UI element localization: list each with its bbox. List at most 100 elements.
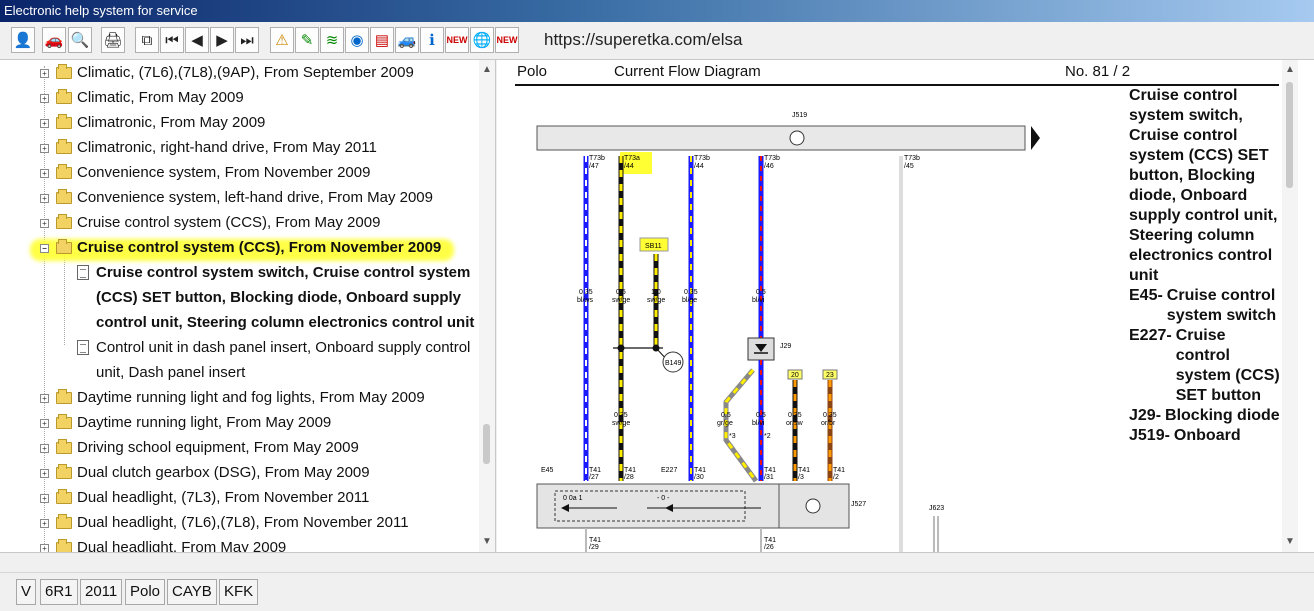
pin-label: /44 [624, 163, 634, 170]
folder-icon [56, 414, 72, 429]
pin-label: T73b [694, 155, 710, 162]
tree-scrollbar[interactable]: ▲ ▼ [479, 60, 495, 552]
pin-label: /47 [589, 163, 599, 170]
expand-icon[interactable]: + [40, 544, 49, 552]
print-icon[interactable]: 🖨 [101, 27, 125, 53]
user-icon[interactable]: 👤 [11, 27, 35, 53]
document-icon [77, 265, 89, 280]
expand-icon[interactable]: + [40, 469, 49, 478]
title-bar: Electronic help system for service [0, 0, 1314, 22]
ground-symbol-icon [789, 130, 805, 146]
expand-icon[interactable]: + [40, 219, 49, 228]
diagram-number: No. 81 / 2 [1065, 63, 1131, 80]
warning-icon[interactable]: ⚠ [270, 27, 294, 53]
expand-icon[interactable]: + [40, 69, 49, 78]
expand-icon[interactable]: + [40, 119, 49, 128]
first-page-icon[interactable]: ⏮ [160, 27, 184, 53]
expand-icon[interactable]: + [40, 519, 49, 528]
expand-icon[interactable]: + [40, 194, 49, 203]
prev-page-icon[interactable]: ◀ [185, 27, 209, 53]
note-label: *3 [729, 433, 736, 440]
ground-symbol-icon [805, 498, 821, 514]
wire-label: 0.35 [788, 412, 802, 419]
status-engine: CAYB [167, 579, 217, 605]
status-year: 2011 [80, 579, 123, 605]
folder-icon [56, 89, 72, 104]
wire-label: 0.35 [579, 289, 593, 296]
note-label: *2 [764, 433, 771, 440]
new-list-icon[interactable]: NEW [495, 27, 519, 53]
legend-item: J519- Onboard [1129, 427, 1241, 444]
folder-icon [56, 164, 72, 179]
legend-item: J29- Blocking diode [1129, 407, 1280, 424]
horizontal-scroll-strip[interactable] [0, 552, 1314, 572]
legend-intro: Cruise control system switch, Cruise con… [1129, 87, 1278, 284]
wire-label: sw/ge [647, 297, 665, 304]
expand-icon[interactable]: + [40, 144, 49, 153]
expand-icon[interactable]: + [40, 94, 49, 103]
globe-icon[interactable]: 🌐 [470, 27, 494, 53]
diagram-scrollbar[interactable]: ▲ ▼ [1282, 60, 1298, 552]
scroll-down-icon[interactable]: ▼ [1282, 534, 1298, 550]
scroll-down-icon[interactable]: ▼ [479, 534, 495, 550]
car-icon[interactable]: 🚗 [42, 27, 66, 53]
label-j527: J527 [851, 501, 866, 508]
scrollbar-thumb[interactable] [1286, 82, 1293, 188]
pin-label: T41 [589, 467, 601, 474]
folder-icon [56, 464, 72, 479]
pin-label: /2 [833, 474, 839, 481]
car-service-icon[interactable]: 🚙 [395, 27, 419, 53]
pin-label: T73a [624, 155, 640, 162]
toolbar: 👤 🚗 🔍 🖨 ⧉ ⏮ ◀ ▶ ⏭ ⚠ ✎ ≋ ◉ ▤ 🚙 ℹ NEW 🌐 NE… [0, 22, 1314, 60]
wire-label: sw/ge [612, 420, 630, 427]
copy-icon[interactable]: ⧉ [135, 27, 159, 53]
wire-label: 0.5 [616, 289, 626, 296]
car-info-icon[interactable]: ℹ [420, 27, 444, 53]
folder-icon [56, 214, 72, 229]
folder-icon [56, 539, 72, 552]
wire-label: 0.5 [721, 412, 731, 419]
expand-icon[interactable]: + [40, 419, 49, 428]
pin-label: /26 [764, 544, 774, 551]
folder-icon [56, 114, 72, 129]
legend-item: E45- Cruise control system switch [1129, 287, 1277, 324]
book-icon[interactable]: ▤ [370, 27, 394, 53]
pin-label: /31 [764, 474, 774, 481]
folder-icon [56, 189, 72, 204]
expand-icon[interactable]: + [40, 494, 49, 503]
repair-icon[interactable]: ✎ [295, 27, 319, 53]
scroll-up-icon[interactable]: ▲ [479, 62, 495, 78]
status-bar: V 6R1 2011 Polo CAYB KFK [0, 572, 1314, 611]
expand-icon[interactable]: + [40, 444, 49, 453]
view-icon[interactable]: ◉ [345, 27, 369, 53]
new-icon[interactable]: NEW [445, 27, 469, 53]
collapse-icon[interactable]: − [40, 244, 49, 253]
pin-label: T41 [624, 467, 636, 474]
pin-label: T41 [589, 537, 601, 544]
pin-label: /3 [798, 474, 804, 481]
label-j623: J623 [929, 505, 944, 512]
wire-label: or/br [821, 420, 836, 427]
pin-label: /44 [694, 163, 704, 170]
folder-icon [56, 389, 72, 404]
label-connector: 20 [791, 372, 799, 379]
wire-label: 0.35 [614, 412, 628, 419]
label-e227: E227 [661, 467, 677, 474]
pin-label: /30 [694, 474, 704, 481]
wire-label: bl/ge [682, 297, 697, 304]
search-icon[interactable]: 🔍 [68, 27, 92, 53]
label-sb11: SB11 [645, 243, 662, 250]
wiring-icon[interactable]: ≋ [320, 27, 344, 53]
scrollbar-thumb[interactable] [483, 424, 490, 464]
pin-label: /27 [589, 474, 599, 481]
wire-label: 0.5 [756, 289, 766, 296]
next-page-icon[interactable]: ▶ [210, 27, 234, 53]
status-gearbox: KFK [219, 579, 259, 605]
last-page-icon[interactable]: ⏭ [235, 27, 259, 53]
scroll-up-icon[interactable]: ▲ [1282, 62, 1298, 78]
expand-icon[interactable]: + [40, 394, 49, 403]
wire-label: bl/vi [752, 420, 765, 427]
pin-label: /28 [624, 474, 634, 481]
expand-icon[interactable]: + [40, 169, 49, 178]
pin-label: T73b [764, 155, 780, 162]
